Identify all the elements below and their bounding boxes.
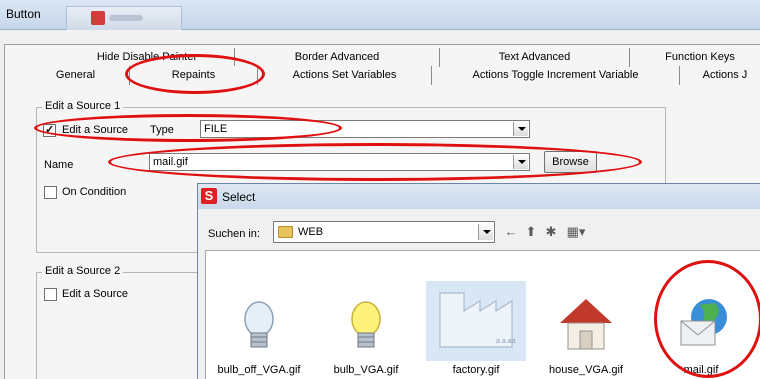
- name-value: mail.gif: [153, 156, 188, 168]
- app-logo-icon: S: [201, 188, 217, 204]
- edit-source-2-label: Edit a Source: [62, 288, 129, 300]
- tab-general[interactable]: General: [22, 66, 130, 85]
- edit-source-1-checkbox[interactable]: [43, 123, 56, 137]
- back-icon[interactable]: ←: [503, 224, 519, 240]
- blurred-tab-label: [109, 15, 143, 21]
- edit-source-2-title: Edit a Source 2: [42, 265, 124, 277]
- tab-repaints[interactable]: Repaints: [130, 66, 258, 85]
- file-list: bulb_off_VGA.gif bulb_VGA.gif a.a.aa fac…: [205, 250, 760, 379]
- tab-actions-j[interactable]: Actions J: [680, 66, 760, 85]
- up-folder-icon[interactable]: ⬆: [523, 224, 539, 240]
- house-icon: [560, 299, 612, 350]
- look-in-label: Suchen in:: [208, 228, 260, 240]
- file-item[interactable]: bulb_off_VGA.gif: [209, 251, 309, 379]
- window-title: Button: [6, 7, 41, 21]
- file-item[interactable]: mail.gif: [651, 251, 751, 379]
- select-dialog: S Select Suchen in: WEB ← ⬆ ✱ ▦▾ bulb_of…: [197, 183, 760, 379]
- browse-button[interactable]: Browse: [544, 151, 597, 173]
- tab-text-advanced[interactable]: Text Advanced: [440, 48, 630, 67]
- chevron-down-icon[interactable]: [478, 224, 493, 240]
- folder-name: WEB: [298, 226, 324, 238]
- name-select[interactable]: mail.gif: [149, 153, 530, 171]
- tab-actions-toggle-increment-variable[interactable]: Actions Toggle Increment Variable: [432, 66, 680, 85]
- factory-icon: a.a.aa: [426, 281, 526, 361]
- tab-actions-set-variables[interactable]: Actions Set Variables: [258, 66, 432, 85]
- name-label: Name: [44, 159, 74, 171]
- svg-text:a.a.aa: a.a.aa: [496, 338, 516, 345]
- file-name: mail.gif: [683, 364, 719, 376]
- type-label: Type: [150, 124, 174, 136]
- edit-source-1-label: Edit a Source: [62, 124, 129, 136]
- file-name: house_VGA.gif: [549, 364, 623, 376]
- dialog-title-bar: S Select: [198, 184, 760, 209]
- type-select[interactable]: FILE: [200, 120, 530, 138]
- dialog-title: Select: [222, 190, 256, 204]
- file-item[interactable]: house_VGA.gif: [536, 251, 636, 379]
- mail-icon: [680, 299, 727, 346]
- file-item[interactable]: a.a.aa factory.gif: [426, 251, 526, 379]
- app-taskbar-tab[interactable]: [66, 6, 182, 30]
- folder-icon: [278, 226, 293, 238]
- edit-source-2-checkbox[interactable]: [44, 288, 57, 301]
- new-folder-icon[interactable]: ✱: [543, 224, 559, 240]
- tab-border-advanced[interactable]: Border Advanced: [235, 48, 440, 67]
- file-name: bulb_off_VGA.gif: [217, 364, 301, 376]
- edit-source-1-title: Edit a Source 1: [42, 100, 124, 112]
- type-value: FILE: [204, 123, 228, 135]
- bulb-on-icon: [351, 301, 381, 348]
- file-item[interactable]: bulb_VGA.gif: [316, 251, 416, 379]
- chevron-down-icon[interactable]: [513, 155, 528, 169]
- title-bar: Button: [0, 0, 760, 30]
- chevron-down-icon[interactable]: [513, 122, 528, 136]
- on-condition-label: On Condition: [62, 186, 127, 198]
- file-name: bulb_VGA.gif: [333, 364, 399, 376]
- tab-hide-disable-painter[interactable]: Hide Disable Painter: [60, 48, 235, 67]
- app-icon: [91, 11, 105, 25]
- on-condition-checkbox[interactable]: [44, 186, 57, 199]
- tab-function-keys[interactable]: Function Keys: [630, 48, 760, 67]
- view-menu-icon[interactable]: ▦▾: [564, 224, 588, 240]
- file-name: factory.gif: [452, 364, 500, 376]
- bulb-off-icon: [244, 301, 274, 348]
- look-in-select[interactable]: WEB: [273, 221, 495, 243]
